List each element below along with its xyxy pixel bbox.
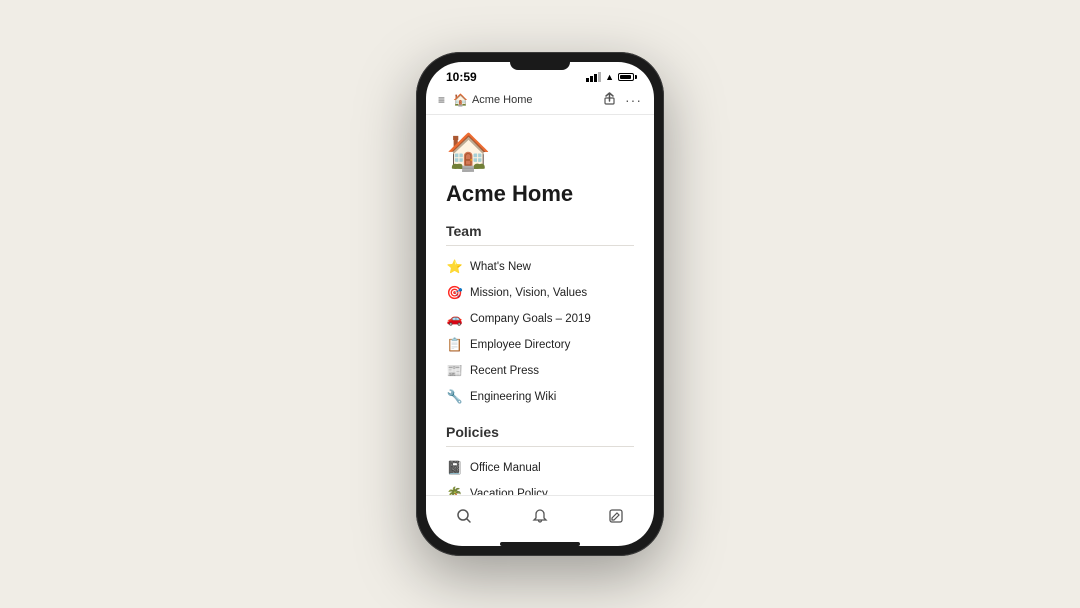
policies-section: Policies 📓 Office Manual 🌴 Vacation Poli… — [446, 424, 634, 495]
browser-title-area[interactable]: 🏠 Acme Home — [453, 93, 596, 107]
wifi-icon: ▲ — [605, 72, 614, 82]
employee-icon: 📋 — [446, 337, 464, 353]
bell-nav-item[interactable] — [522, 502, 558, 530]
press-icon: 📰 — [446, 363, 464, 379]
status-time: 10:59 — [446, 70, 477, 84]
browser-bar: ≡ 🏠 Acme Home ··· — [426, 88, 654, 115]
compose-nav-item[interactable] — [598, 502, 634, 530]
engineering-icon: 🔧 — [446, 389, 464, 405]
team-divider — [446, 245, 634, 246]
browser-share-icon[interactable] — [604, 92, 615, 108]
policies-divider — [446, 446, 634, 447]
notch — [510, 62, 570, 70]
office-manual-label: Office Manual — [470, 462, 541, 474]
vacation-icon: 🌴 — [446, 486, 464, 495]
list-item[interactable]: ⭐ What's New — [446, 254, 634, 280]
policies-section-title: Policies — [446, 424, 634, 440]
goals-label: Company Goals – 2019 — [470, 313, 591, 325]
goals-icon: 🚗 — [446, 311, 464, 327]
list-item[interactable]: 🚗 Company Goals – 2019 — [446, 306, 634, 332]
mission-label: Mission, Vision, Values — [470, 287, 587, 299]
list-item[interactable]: 📰 Recent Press — [446, 358, 634, 384]
home-indicator — [500, 542, 580, 546]
phone-screen: 10:59 ▲ ≡ 🏠 Acme Home — [426, 62, 654, 546]
browser-menu-icon[interactable]: ≡ — [438, 93, 445, 107]
whats-new-label: What's New — [470, 261, 531, 273]
list-item[interactable]: 📓 Office Manual — [446, 455, 634, 481]
list-item[interactable]: 🎯 Mission, Vision, Values — [446, 280, 634, 306]
list-item[interactable]: 🌴 Vacation Policy — [446, 481, 634, 495]
mission-icon: 🎯 — [446, 285, 464, 301]
bottom-nav — [426, 495, 654, 540]
page-content: 🏠 Acme Home Team ⭐ What's New 🎯 Mission,… — [426, 115, 654, 495]
press-label: Recent Press — [470, 365, 539, 377]
team-section-title: Team — [446, 223, 634, 239]
signal-icon — [586, 72, 601, 82]
browser-title: Acme Home — [472, 94, 533, 106]
list-item[interactable]: 🔧 Engineering Wiki — [446, 384, 634, 410]
search-nav-item[interactable] — [446, 502, 482, 530]
list-item[interactable]: 📋 Employee Directory — [446, 332, 634, 358]
whats-new-icon: ⭐ — [446, 259, 464, 275]
battery-icon — [618, 73, 634, 81]
status-icons: ▲ — [586, 72, 634, 82]
engineering-label: Engineering Wiki — [470, 391, 556, 403]
vacation-label: Vacation Policy — [470, 488, 548, 495]
phone-frame: 10:59 ▲ ≡ 🏠 Acme Home — [416, 52, 664, 556]
team-section: Team ⭐ What's New 🎯 Mission, Vision, Val… — [446, 223, 634, 410]
browser-more-icon[interactable]: ··· — [625, 92, 642, 108]
office-manual-icon: 📓 — [446, 460, 464, 476]
browser-favicon: 🏠 — [453, 93, 468, 107]
page-icon: 🏠 — [446, 131, 634, 173]
page-title: Acme Home — [446, 181, 634, 207]
employee-label: Employee Directory — [470, 339, 570, 351]
browser-actions: ··· — [604, 92, 642, 108]
